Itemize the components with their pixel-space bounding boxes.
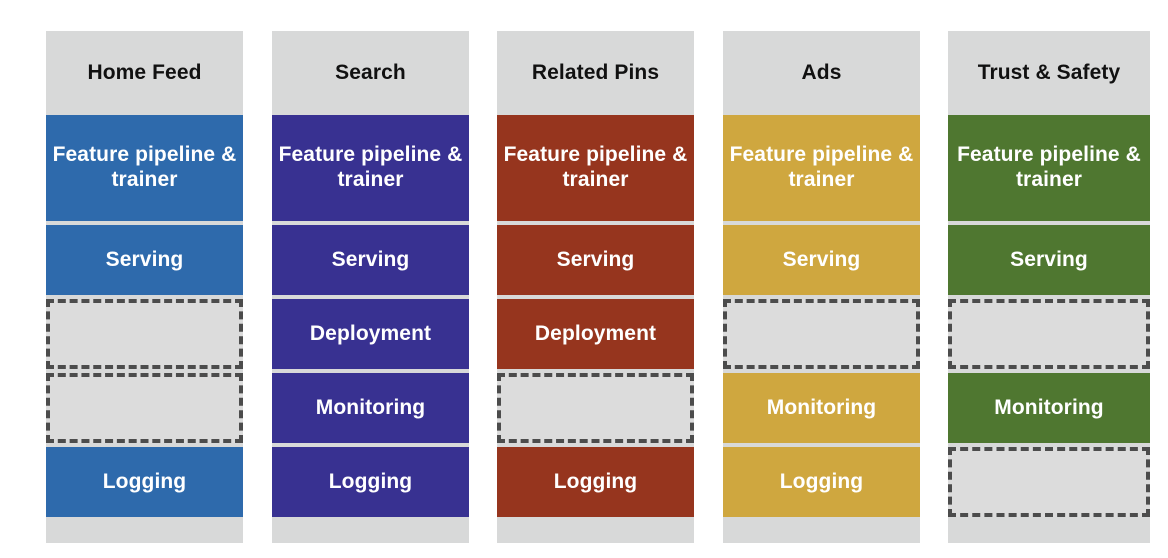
column-rows-trust-and-safety: Feature pipeline & trainer Serving Monit… xyxy=(948,115,1150,525)
column-trust-and-safety: Trust & Safety Feature pipeline & traine… xyxy=(948,31,1150,543)
cell-home-feed-logging[interactable]: Logging xyxy=(46,447,243,517)
column-rows-related-pins: Feature pipeline & trainer Serving Deplo… xyxy=(497,115,694,525)
column-rows-search: Feature pipeline & trainer Serving Deplo… xyxy=(272,115,469,525)
column-footer-home-feed xyxy=(46,525,243,543)
column-footer-ads xyxy=(723,525,920,543)
cell-ads-logging[interactable]: Logging xyxy=(723,447,920,517)
cell-trust-and-safety-monitoring[interactable]: Monitoring xyxy=(948,373,1150,443)
cell-trust-and-safety-serving[interactable]: Serving xyxy=(948,225,1150,295)
column-ads: Ads Feature pipeline & trainer Serving M… xyxy=(723,31,920,543)
column-footer-trust-and-safety xyxy=(948,525,1150,543)
cell-home-feed-monitoring[interactable] xyxy=(46,373,243,443)
column-header-ads: Ads xyxy=(801,60,842,84)
column-search: Search Feature pipeline & trainer Servin… xyxy=(272,31,469,543)
platform-coverage-diagram: Home Feed Feature pipeline & trainer Ser… xyxy=(0,0,1168,558)
cell-related-pins-feature-pipeline-and-trainer[interactable]: Feature pipeline & trainer xyxy=(497,115,694,221)
cell-trust-and-safety-deployment[interactable] xyxy=(948,299,1150,369)
column-header-trust-and-safety: Trust & Safety xyxy=(977,60,1121,84)
cell-search-deployment[interactable]: Deployment xyxy=(272,299,469,369)
cell-trust-and-safety-logging[interactable] xyxy=(948,447,1150,517)
cell-ads-serving[interactable]: Serving xyxy=(723,225,920,295)
cell-search-logging[interactable]: Logging xyxy=(272,447,469,517)
column-rows-ads: Feature pipeline & trainer Serving Monit… xyxy=(723,115,920,525)
cell-related-pins-deployment[interactable]: Deployment xyxy=(497,299,694,369)
cell-search-monitoring[interactable]: Monitoring xyxy=(272,373,469,443)
cell-home-feed-serving[interactable]: Serving xyxy=(46,225,243,295)
cell-ads-monitoring[interactable]: Monitoring xyxy=(723,373,920,443)
column-header-home-feed: Home Feed xyxy=(87,60,202,84)
column-footer-search xyxy=(272,525,469,543)
cell-home-feed-feature-pipeline-and-trainer[interactable]: Feature pipeline & trainer xyxy=(46,115,243,221)
column-header-related-pins: Related Pins xyxy=(531,60,660,84)
cell-trust-and-safety-feature-pipeline-and-trainer[interactable]: Feature pipeline & trainer xyxy=(948,115,1150,221)
column-related-pins: Related Pins Feature pipeline & trainer … xyxy=(497,31,694,543)
cell-related-pins-serving[interactable]: Serving xyxy=(497,225,694,295)
cell-ads-feature-pipeline-and-trainer[interactable]: Feature pipeline & trainer xyxy=(723,115,920,221)
column-header-search: Search xyxy=(335,60,406,84)
cell-home-feed-deployment[interactable] xyxy=(46,299,243,369)
cell-search-feature-pipeline-and-trainer[interactable]: Feature pipeline & trainer xyxy=(272,115,469,221)
cell-related-pins-monitoring[interactable] xyxy=(497,373,694,443)
column-rows-home-feed: Feature pipeline & trainer Serving Loggi… xyxy=(46,115,243,525)
cell-ads-deployment[interactable] xyxy=(723,299,920,369)
column-footer-related-pins xyxy=(497,525,694,543)
cell-related-pins-logging[interactable]: Logging xyxy=(497,447,694,517)
column-home-feed: Home Feed Feature pipeline & trainer Ser… xyxy=(46,31,243,543)
cell-search-serving[interactable]: Serving xyxy=(272,225,469,295)
